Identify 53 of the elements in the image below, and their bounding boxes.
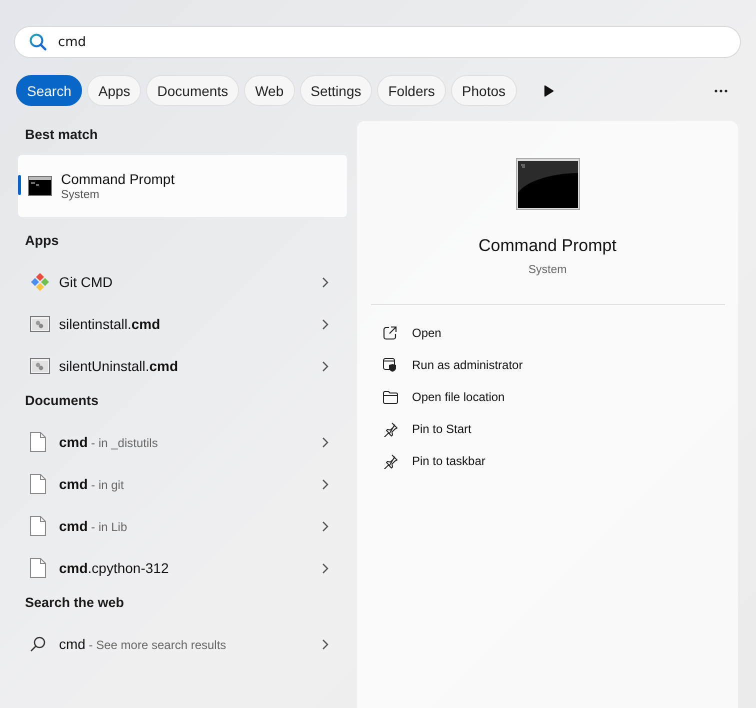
action-item[interactable]: Pin to Start [383, 413, 472, 445]
result-item[interactable]: silentUninstall.cmd [18, 345, 347, 387]
terminal-window-icon [516, 158, 580, 210]
action-item[interactable]: Pin to taskbar [383, 445, 486, 477]
script-window-icon [30, 316, 50, 332]
search-icon [30, 636, 46, 652]
document-icon [30, 474, 46, 494]
app-title: Command Prompt [478, 236, 616, 256]
filter-tab[interactable]: Settings [300, 75, 372, 106]
document-icon [30, 432, 46, 452]
folder-icon [383, 390, 398, 404]
pin-icon [383, 454, 398, 468]
result-item[interactable]: cmd - in git [18, 463, 347, 505]
chevron-icon [322, 318, 329, 330]
app-subtitle: System [528, 264, 567, 276]
search-field[interactable]: cmd [14, 26, 741, 58]
chevron-icon [322, 562, 329, 574]
filter-tab[interactable]: Search [16, 75, 82, 106]
result-item[interactable]: cmd - in _distutils [18, 421, 347, 463]
chevron-icon [322, 360, 329, 372]
play-icon[interactable] [544, 84, 554, 96]
more-options-icon[interactable] [714, 88, 728, 92]
document-icon [30, 516, 46, 536]
terminal-icon [28, 176, 52, 196]
external-link-icon [383, 326, 397, 340]
diamond-logo-icon [30, 272, 50, 292]
shield-window-icon [383, 358, 397, 372]
section-heading: Documents [24, 392, 100, 410]
best-match-item[interactable]: Command Prompt System [18, 155, 347, 217]
filter-tab[interactable]: Photos [450, 75, 517, 106]
chevron-icon [322, 436, 329, 448]
document-icon [30, 558, 46, 578]
pin-icon [383, 422, 398, 436]
chevron-icon [322, 520, 329, 532]
action-item[interactable]: Run as administrator [383, 349, 523, 381]
filter-tab[interactable]: Folders [377, 75, 446, 106]
result-item[interactable]: cmd - in Lib [18, 505, 347, 547]
result-item[interactable]: cmd.cpython-312 [18, 547, 347, 589]
section-heading: Apps [24, 232, 60, 250]
action-item[interactable]: Open [383, 317, 442, 349]
chevron-icon [322, 638, 329, 650]
chevron-icon [322, 276, 329, 288]
chevron-icon [322, 478, 329, 490]
result-item[interactable]: silentinstall.cmd [18, 303, 347, 345]
filter-tab[interactable]: Web [244, 75, 295, 106]
action-item[interactable]: Open file location [383, 381, 505, 413]
result-item[interactable]: cmd - See more search results [18, 623, 347, 665]
filter-tab[interactable]: Documents [146, 75, 240, 106]
section-heading: Best match [24, 126, 99, 144]
section-heading: Search the web [24, 594, 126, 612]
filter-tab[interactable]: Apps [87, 75, 142, 106]
script-window-icon [30, 358, 50, 374]
result-item[interactable]: Git CMD [18, 261, 347, 303]
